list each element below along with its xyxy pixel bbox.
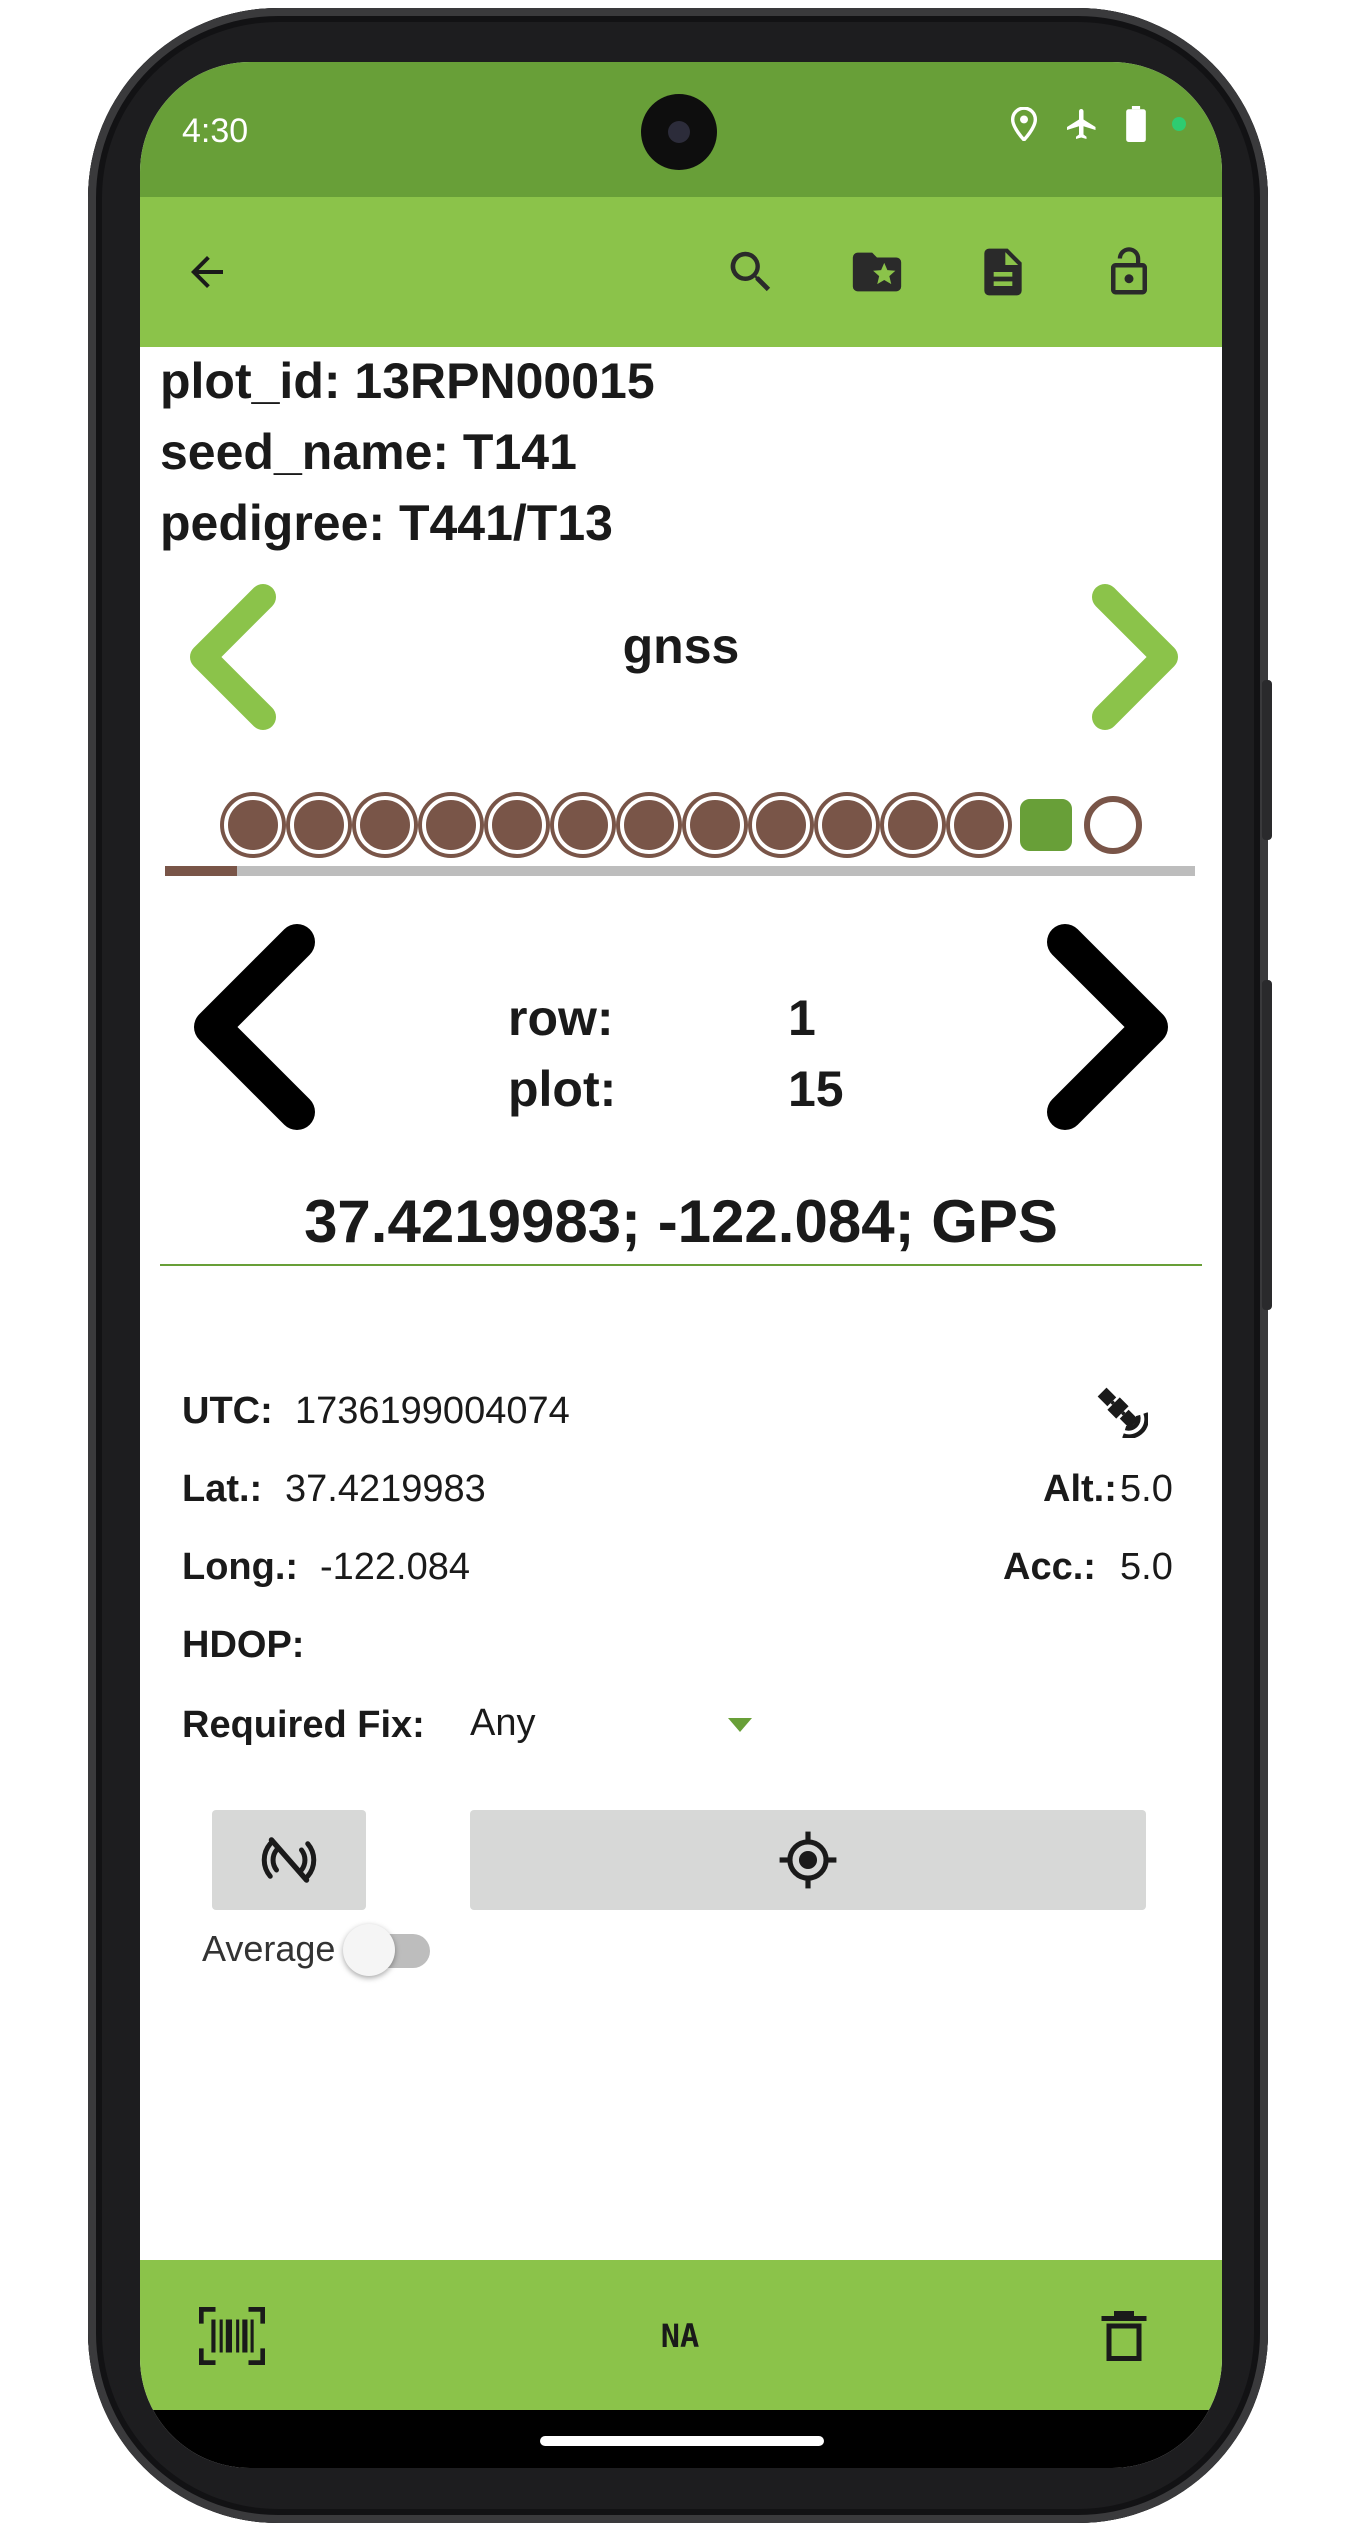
back-arrow-icon[interactable] xyxy=(170,235,244,309)
pedigree: pedigree: T441/T13 xyxy=(160,495,613,551)
trait-name: gnss xyxy=(622,618,740,674)
summary-document-icon[interactable] xyxy=(966,235,1040,309)
trait-next-chevron-icon[interactable] xyxy=(1080,582,1200,732)
value-underline xyxy=(160,1264,1202,1266)
required-fix-dropdown[interactable]: Any xyxy=(470,1694,770,1754)
volume-button xyxy=(1262,980,1272,1310)
trait-dot[interactable] xyxy=(818,796,876,854)
trait-dot[interactable] xyxy=(488,796,546,854)
required-fix-label: Required Fix: xyxy=(182,1704,425,1746)
trait-dot[interactable] xyxy=(290,796,348,854)
app-toolbar xyxy=(140,197,1222,347)
folder-star-icon[interactable] xyxy=(840,235,914,309)
status-icons xyxy=(1010,106,1186,142)
location-icon xyxy=(1010,107,1038,141)
row-label: row: xyxy=(508,990,614,1046)
trait-dot[interactable] xyxy=(554,796,612,854)
required-fix-value: Any xyxy=(470,1702,536,1744)
utc-value: 1736199004074 xyxy=(295,1390,570,1432)
signal-off-icon xyxy=(261,1837,317,1883)
progress-track xyxy=(165,866,1195,876)
trait-dot[interactable] xyxy=(356,796,414,854)
airplane-mode-icon xyxy=(1067,109,1096,139)
trash-icon[interactable] xyxy=(1084,2296,1164,2376)
trait-dot-current[interactable] xyxy=(1020,799,1072,851)
trait-dot[interactable] xyxy=(884,796,942,854)
prev-plot-chevron-icon[interactable] xyxy=(182,922,332,1132)
long-value: -122.084 xyxy=(320,1546,471,1588)
home-gesture-bar[interactable] xyxy=(540,2436,824,2446)
na-button[interactable]: NA xyxy=(640,2296,720,2376)
status-time: 4:30 xyxy=(182,112,249,150)
gps-fixed-icon xyxy=(779,1831,837,1889)
dropdown-caret-icon xyxy=(728,1718,752,1732)
trait-dot-empty[interactable] xyxy=(1084,796,1142,854)
status-bar: 4:30 xyxy=(140,62,1222,197)
alt-value: 5.0 xyxy=(1120,1468,1173,1510)
alt-label: Alt.: xyxy=(1043,1468,1117,1510)
next-plot-chevron-icon[interactable] xyxy=(1030,922,1180,1132)
progress-fill xyxy=(165,866,237,876)
row-value: 1 xyxy=(788,990,816,1046)
power-button xyxy=(1262,680,1272,840)
seed-name: seed_name: T141 xyxy=(160,424,577,480)
trait-dot[interactable] xyxy=(620,796,678,854)
lat-value: 37.4219983 xyxy=(285,1468,486,1510)
gnss-current-value: 37.4219983; -122.084; GPS xyxy=(304,1188,1058,1255)
average-label: Average xyxy=(202,1928,336,1969)
acc-label: Acc.: xyxy=(1003,1546,1096,1588)
plot-id: plot_id: 13RPN00015 xyxy=(160,353,655,409)
trait-dot[interactable] xyxy=(224,796,282,854)
lat-label: Lat.: xyxy=(182,1468,263,1510)
hdop-label: HDOP: xyxy=(182,1624,305,1666)
na-label: NA xyxy=(660,2317,700,2355)
long-label: Long.: xyxy=(182,1546,299,1588)
plot-label: plot: xyxy=(508,1061,617,1117)
bottom-action-bar: NA xyxy=(140,2260,1222,2410)
front-camera xyxy=(641,94,717,170)
phone-screen: 4:30 plot_id: 13RPN00015 seed_name: T141… xyxy=(140,62,1222,2468)
plot-value: 15 xyxy=(788,1061,844,1117)
disconnect-gnss-button[interactable] xyxy=(212,1810,366,1910)
battery-icon xyxy=(1126,106,1146,142)
barcode-scan-icon[interactable] xyxy=(192,2296,272,2376)
collect-location-button[interactable] xyxy=(470,1810,1146,1910)
trait-dot[interactable] xyxy=(686,796,744,854)
search-icon[interactable] xyxy=(714,235,788,309)
average-switch-thumb[interactable] xyxy=(343,1924,395,1976)
trait-dot[interactable] xyxy=(752,796,810,854)
acc-value: 5.0 xyxy=(1120,1546,1173,1588)
lock-open-icon[interactable] xyxy=(1092,235,1166,309)
satellite-icon[interactable] xyxy=(1088,1378,1148,1438)
dot-indicator-icon xyxy=(1172,117,1186,131)
trait-dot[interactable] xyxy=(950,796,1008,854)
trait-dot[interactable] xyxy=(422,796,480,854)
utc-label: UTC: xyxy=(182,1390,273,1432)
trait-indicator-dots xyxy=(222,790,1142,856)
